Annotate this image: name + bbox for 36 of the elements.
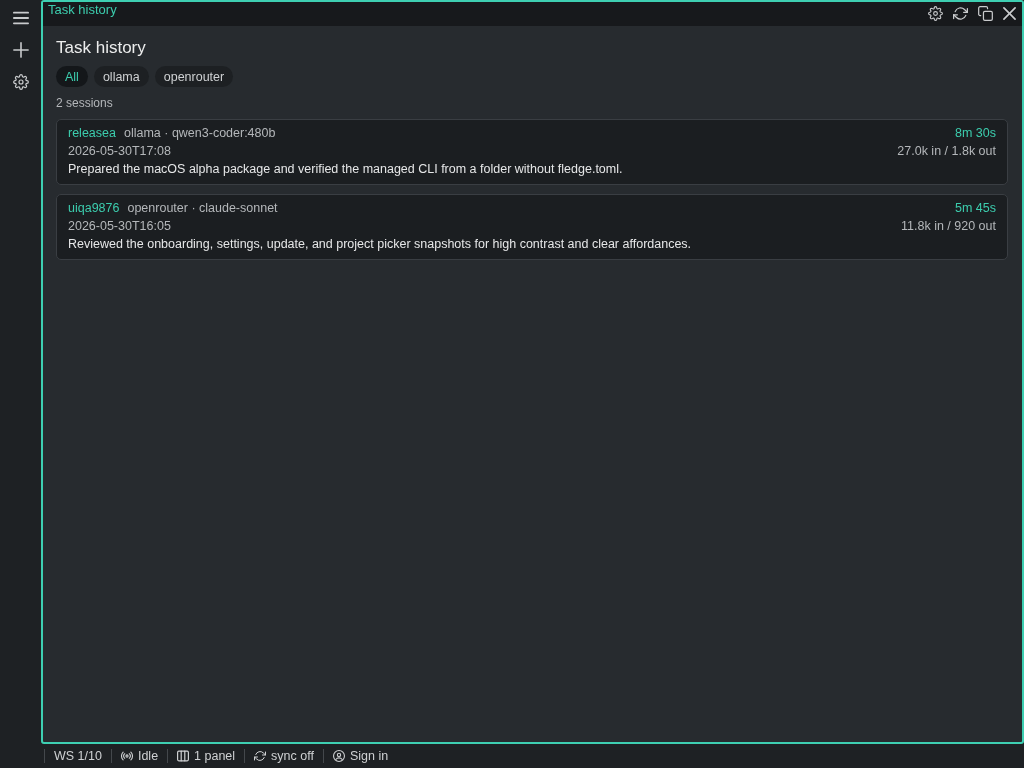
broadcast-icon [120, 750, 133, 762]
session-count: 2 sessions [56, 95, 114, 111]
refresh-icon[interactable] [953, 5, 968, 21]
columns-icon [177, 750, 190, 762]
settings-icon[interactable] [12, 74, 29, 90]
activity-status: Idle [137, 749, 159, 763]
token-usage-label: 11.8k in / 920 out [901, 218, 996, 235]
sync-icon [254, 750, 267, 762]
workspace-indicator: WS 1/10 [44, 749, 111, 763]
timestamp-label: 2026-05-30T17:08 [68, 143, 171, 160]
page-heading: Task history [56, 37, 147, 59]
panels-status: 1 panel [194, 749, 236, 763]
user-icon [332, 750, 345, 762]
timestamp-label: 2026-05-30T16:05 [68, 218, 171, 235]
menu-icon[interactable] [12, 10, 29, 26]
duration-label: 5m 45s [955, 200, 996, 217]
model-label: ollama · qwen3-coder:480b [123, 125, 276, 142]
token-usage-label: 27.0k in / 1.8k out [897, 143, 996, 160]
panel-title: Task history [48, 2, 117, 18]
sign-in-button[interactable]: Sign in [322, 749, 398, 763]
session-summary: Prepared the macOS alpha package and verified the managed CLI from a folder without fledge.toml. [68, 161, 623, 178]
settings-icon[interactable] [928, 5, 943, 21]
filter-chip[interactable]: ollama [93, 66, 149, 87]
filter-chip[interactable]: All [56, 66, 88, 87]
session-card[interactable]: uiqa9876 openrouter · claude-sonnet 5m 45s 2026-05-30T16:05 11.8k in / 920 out Reviewed the onboarding, settings, update, and project picker snapshots for high contrast and clear affordances. [56, 194, 1008, 260]
model-label: openrouter · claude-sonnet [127, 200, 278, 217]
session-name: releasea [68, 125, 116, 142]
copy-icon[interactable] [978, 5, 993, 21]
duration-label: 8m 30s [955, 125, 996, 142]
close-icon[interactable] [1003, 6, 1016, 20]
sync-status: sync off [271, 749, 314, 763]
plus-icon[interactable] [12, 42, 29, 58]
session-card[interactable]: releasea ollama · qwen3-coder:480b 8m 30s 2026-05-30T17:08 27.0k in / 1.8k out Prepared the macOS alpha package and verified the managed CLI from a folder without fledge.toml. [56, 119, 1008, 185]
session-summary: Reviewed the onboarding, settings, update, and project picker snapshots for high contrast and clear affordances. [68, 236, 692, 253]
filter-chip[interactable]: openrouter [154, 66, 234, 87]
session-name: uiqa9876 [68, 200, 120, 217]
